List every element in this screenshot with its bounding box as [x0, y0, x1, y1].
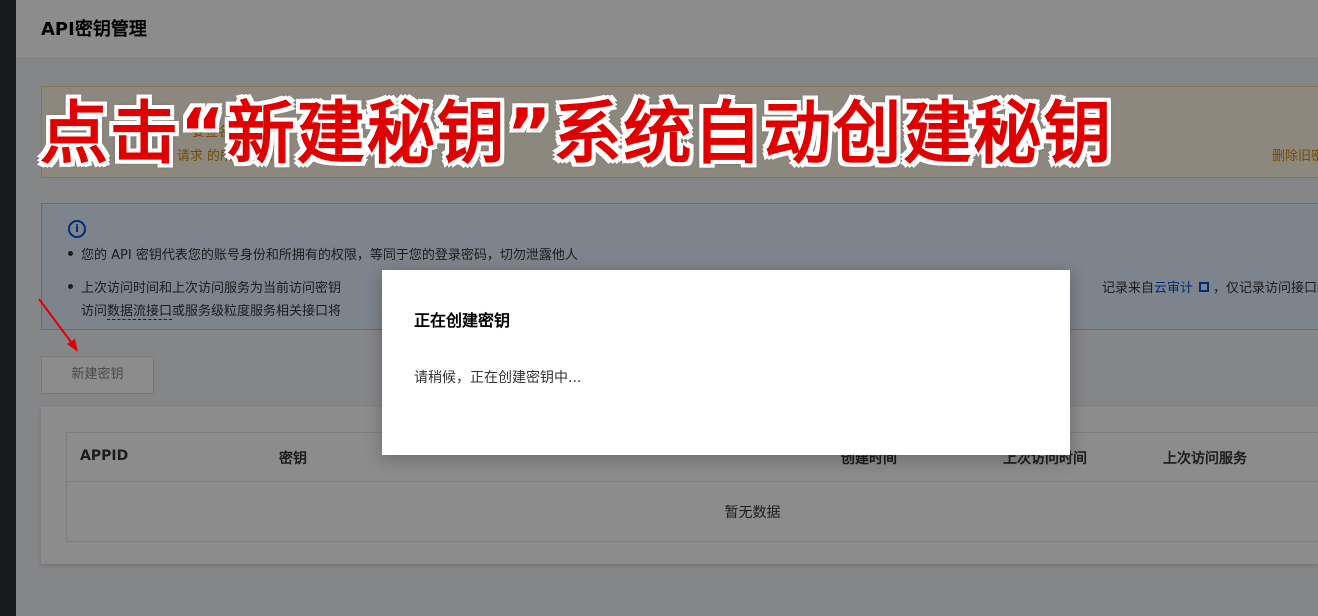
annotation-banner: 点击“新建秘钥”系统自动创建秘钥	[40, 95, 1114, 174]
dialog-body: 请稍候，正在创建密钥中...	[414, 370, 582, 386]
red-arrow-annotation	[38, 298, 78, 352]
creating-key-dialog: 正在创建密钥 请稍候，正在创建密钥中...	[382, 270, 1070, 455]
dialog-title: 正在创建密钥	[414, 311, 511, 330]
